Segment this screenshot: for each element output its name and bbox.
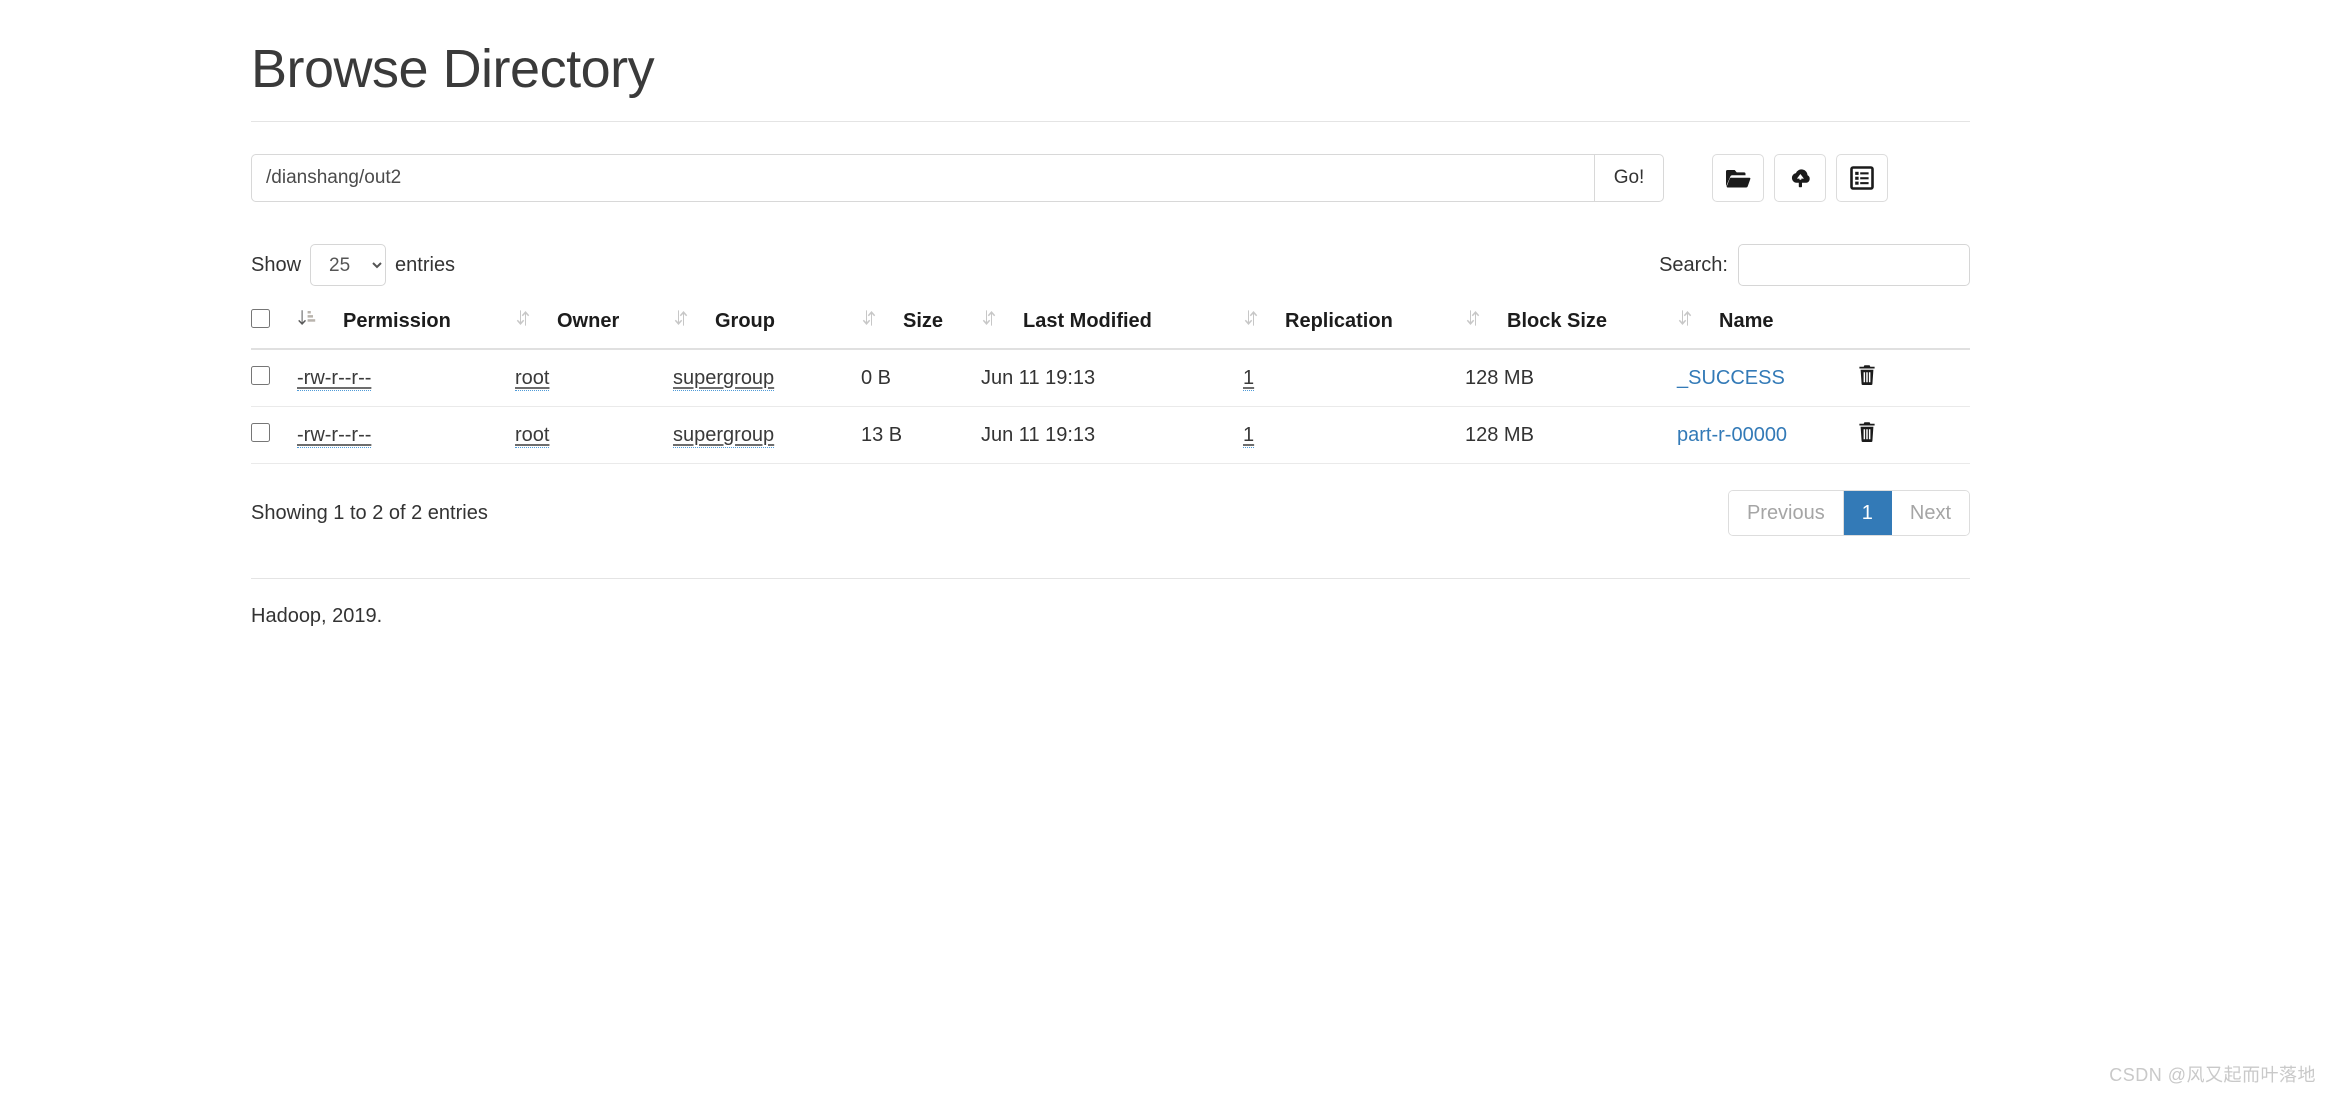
column-label-name: Name [1719, 309, 1774, 332]
pagination-previous[interactable]: Previous [1728, 491, 1844, 536]
cell-block-size: 128 MB [1465, 406, 1677, 465]
file-name-link[interactable]: _SUCCESS [1677, 367, 1785, 389]
show-entries-control: Show 25 entries [251, 244, 456, 287]
path-bar: Go! [251, 154, 1970, 203]
cell-block-size: 128 MB [1465, 349, 1677, 408]
show-label: Show [251, 253, 302, 276]
group-value[interactable]: supergroup [673, 423, 775, 448]
th-list-icon [1850, 166, 1874, 191]
page-title: Browse Directory [251, 39, 655, 99]
column-header-delete [1857, 302, 1970, 351]
cell-owner: root [515, 349, 673, 408]
table-footer: Showing 1 to 2 of 2 entries Previous 1 N… [251, 490, 1970, 537]
cell-name: _SUCCESS [1677, 349, 1857, 408]
sort-updown-icon [1243, 308, 1259, 334]
table-header-row: Permission Owner Group Size Last Modifie… [251, 302, 1970, 351]
search-label: Search: [1659, 253, 1728, 276]
column-label-size: Size [903, 309, 944, 332]
column-label-last-modified: Last Modified [1023, 309, 1152, 332]
cell-replication: 1 [1243, 406, 1465, 465]
pagination-page-1[interactable]: 1 [1843, 491, 1892, 536]
sort-updown-icon [673, 308, 689, 334]
column-label-replication: Replication [1285, 309, 1393, 332]
footer-text: Hadoop, 2019. [251, 605, 383, 628]
upload-button[interactable] [1774, 154, 1826, 203]
cell-size: 0 B [861, 349, 981, 408]
column-header-block-size[interactable]: Block Size [1465, 302, 1677, 351]
column-header-size[interactable]: Size [861, 302, 981, 351]
sort-updown-icon [1677, 308, 1693, 334]
cell-group: supergroup [673, 349, 861, 408]
cut-paste-button[interactable] [1836, 154, 1888, 203]
permission-value[interactable]: -rw-r--r-- [297, 423, 372, 448]
delete-file-button[interactable] [1857, 421, 1877, 446]
row-checkbox[interactable] [251, 365, 270, 385]
cell-name: part-r-00000 [1677, 406, 1857, 465]
path-input-group: Go! [251, 154, 1664, 203]
column-label-owner: Owner [557, 309, 620, 332]
files-table: Permission Owner Group Size Last Modifie… [251, 302, 1970, 465]
cloud-upload-icon [1787, 167, 1813, 189]
cell-delete [1857, 349, 1970, 408]
column-header-select-all[interactable] [251, 302, 297, 351]
cell-replication: 1 [1243, 349, 1465, 408]
files-table-body: -rw-r--r-- root supergroup 0 B Jun 11 19… [251, 349, 1970, 465]
cell-delete [1857, 406, 1970, 465]
select-all-checkbox[interactable] [251, 309, 270, 329]
file-name-link[interactable]: part-r-00000 [1677, 424, 1787, 446]
column-label-block-size: Block Size [1507, 309, 1608, 332]
watermark: CSDN @风又起而叶落地 [2109, 1065, 2316, 1085]
row-select-cell [251, 406, 297, 465]
path-action-buttons [1712, 154, 1888, 203]
entries-info: Showing 1 to 2 of 2 entries [251, 501, 488, 524]
cell-group: supergroup [673, 406, 861, 465]
table-row: -rw-r--r-- root supergroup 0 B Jun 11 19… [251, 349, 1970, 408]
go-button[interactable]: Go! [1594, 154, 1664, 203]
pagination: Previous 1 Next [1727, 490, 1970, 537]
row-select-cell [251, 349, 297, 408]
trash-icon [1857, 421, 1877, 446]
permission-value[interactable]: -rw-r--r-- [297, 366, 372, 391]
replication-value[interactable]: 1 [1243, 423, 1255, 448]
cell-permission: -rw-r--r-- [297, 349, 515, 408]
owner-value[interactable]: root [515, 423, 550, 448]
entries-label: entries [395, 253, 456, 276]
cell-last-modified: Jun 11 19:13 [981, 349, 1243, 408]
sort-amount-down-icon [297, 308, 317, 334]
group-value[interactable]: supergroup [673, 366, 775, 391]
open-folder-icon [1725, 167, 1751, 189]
sort-updown-icon [515, 308, 531, 334]
column-header-last-modified[interactable]: Last Modified [981, 302, 1243, 351]
files-table-head: Permission Owner Group Size Last Modifie… [251, 302, 1970, 351]
cell-permission: -rw-r--r-- [297, 406, 515, 465]
sort-updown-icon [1465, 308, 1481, 334]
sort-updown-icon [981, 308, 997, 334]
table-controls: Show 25 entries Search: [251, 244, 1970, 287]
table-row: -rw-r--r-- root supergroup 13 B Jun 11 1… [251, 406, 1970, 465]
replication-value[interactable]: 1 [1243, 366, 1255, 391]
entries-select[interactable]: 25 [310, 244, 387, 287]
column-header-owner[interactable]: Owner [515, 302, 673, 351]
cell-owner: root [515, 406, 673, 465]
column-label-group: Group [715, 309, 775, 332]
sort-updown-icon [861, 308, 877, 334]
column-header-name[interactable]: Name [1677, 302, 1857, 351]
open-folder-button[interactable] [1712, 154, 1764, 203]
search-control: Search: [1659, 244, 1970, 287]
cell-size: 13 B [861, 406, 981, 465]
pagination-next[interactable]: Next [1891, 491, 1969, 536]
browse-directory-page: Browse Directory Go! [251, 0, 1970, 628]
owner-value[interactable]: root [515, 366, 550, 391]
column-header-group[interactable]: Group [673, 302, 861, 351]
cell-last-modified: Jun 11 19:13 [981, 406, 1243, 465]
trash-icon [1857, 364, 1877, 389]
row-checkbox[interactable] [251, 422, 270, 442]
column-header-replication[interactable]: Replication [1243, 302, 1465, 351]
column-header-permission[interactable]: Permission [297, 302, 515, 351]
search-input[interactable] [1738, 244, 1970, 287]
title-divider [251, 121, 1970, 123]
column-label-permission: Permission [343, 309, 451, 332]
delete-file-button[interactable] [1857, 364, 1877, 389]
path-input[interactable] [251, 154, 1594, 203]
